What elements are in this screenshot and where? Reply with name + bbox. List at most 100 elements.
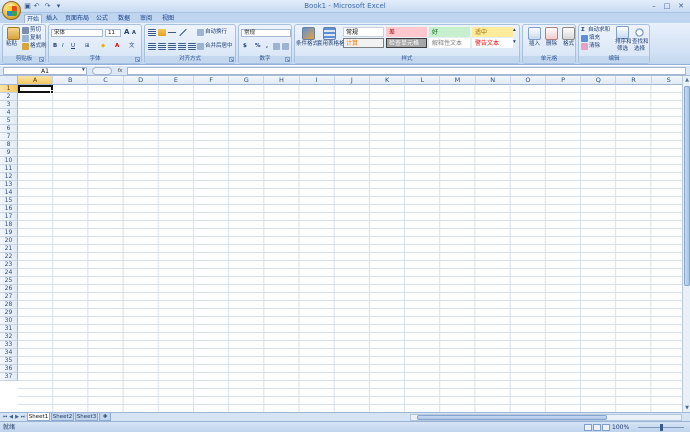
styles-scroll-down-icon[interactable]: ▾ bbox=[513, 39, 516, 46]
horizontal-scroll-thumb[interactable] bbox=[417, 415, 607, 420]
find-select-button[interactable]: 查找和 bbox=[632, 39, 649, 46]
zoom-level[interactable]: 100% bbox=[612, 424, 629, 431]
vertical-scroll-thumb[interactable] bbox=[684, 86, 690, 286]
row-header[interactable]: 30 bbox=[0, 317, 18, 325]
row-header[interactable]: 23 bbox=[0, 261, 18, 269]
name-box-dropdown-icon[interactable]: ▾ bbox=[82, 67, 85, 74]
row-header[interactable]: 22 bbox=[0, 253, 18, 261]
tab-review[interactable]: 审阅 bbox=[138, 14, 154, 23]
comma-button[interactable]: , bbox=[266, 43, 268, 50]
row-header[interactable]: 28 bbox=[0, 301, 18, 309]
number-format-select[interactable]: 常规 bbox=[241, 29, 291, 37]
percent-button[interactable]: % bbox=[255, 43, 261, 50]
select-all-button[interactable] bbox=[0, 76, 18, 85]
scroll-down-icon[interactable]: ▼ bbox=[683, 404, 690, 412]
sheet-tab[interactable]: Sheet1 bbox=[27, 413, 50, 421]
number-launcher-icon[interactable]: ↘ bbox=[285, 57, 290, 62]
tab-data[interactable]: 数据 bbox=[116, 14, 132, 23]
clear-button[interactable]: 清除 bbox=[589, 43, 600, 50]
font-launcher-icon[interactable]: ↘ bbox=[135, 57, 140, 62]
autosum-button[interactable]: 自动求和 bbox=[588, 27, 610, 34]
row-header[interactable]: 21 bbox=[0, 245, 18, 253]
styles-scroll-up-icon[interactable]: ▴ bbox=[513, 27, 516, 34]
column-header[interactable]: B bbox=[53, 76, 89, 85]
align-bottom-icon[interactable] bbox=[168, 29, 176, 36]
font-color-button[interactable]: A bbox=[115, 43, 119, 50]
zoom-slider-knob[interactable] bbox=[660, 424, 663, 431]
delete-cells-button[interactable]: 删除 bbox=[546, 41, 557, 48]
align-middle-icon[interactable] bbox=[158, 29, 166, 36]
row-header[interactable]: 12 bbox=[0, 173, 18, 181]
row-header[interactable]: 26 bbox=[0, 285, 18, 293]
close-button[interactable]: ✕ bbox=[675, 2, 687, 10]
column-header[interactable]: O bbox=[510, 76, 546, 85]
increase-indent-icon[interactable] bbox=[188, 43, 196, 50]
row-header[interactable]: 16 bbox=[0, 205, 18, 213]
row-header[interactable]: 6 bbox=[0, 125, 18, 133]
row-header[interactable]: 15 bbox=[0, 197, 18, 205]
grow-font-button[interactable]: A bbox=[124, 29, 129, 36]
decrease-decimal-icon[interactable] bbox=[282, 43, 289, 50]
formula-bar-resize-handle[interactable] bbox=[92, 67, 112, 75]
cell-style-item[interactable]: 解释性文本 bbox=[429, 38, 470, 48]
row-header[interactable]: 14 bbox=[0, 189, 18, 197]
row-header[interactable]: 20 bbox=[0, 237, 18, 245]
page-layout-view-icon[interactable] bbox=[593, 424, 601, 431]
row-header[interactable]: 37 bbox=[0, 373, 18, 381]
tab-home[interactable]: 开始 bbox=[24, 14, 42, 23]
row-header[interactable]: 3 bbox=[0, 101, 18, 109]
sheet-tab[interactable]: Sheet2 bbox=[51, 413, 74, 421]
wrap-text-button[interactable]: 自动换行 bbox=[205, 29, 227, 36]
align-left-icon[interactable] bbox=[148, 43, 156, 50]
align-top-icon[interactable] bbox=[148, 29, 156, 36]
tab-insert[interactable]: 插入 bbox=[44, 14, 60, 23]
column-header[interactable]: M bbox=[440, 76, 476, 85]
sort-filter-button-line2[interactable]: 筛选 bbox=[617, 46, 628, 53]
column-header[interactable]: E bbox=[158, 76, 194, 85]
underline-button[interactable]: U bbox=[71, 43, 75, 50]
name-box[interactable]: A1 bbox=[3, 67, 87, 75]
row-header[interactable]: 25 bbox=[0, 277, 18, 285]
orientation-icon[interactable] bbox=[179, 29, 187, 36]
column-header[interactable]: I bbox=[299, 76, 335, 85]
paste-button[interactable]: 粘贴 bbox=[6, 41, 17, 48]
column-header[interactable]: G bbox=[229, 76, 265, 85]
row-header[interactable]: 34 bbox=[0, 349, 18, 357]
row-header[interactable]: 33 bbox=[0, 341, 18, 349]
row-header[interactable]: 10 bbox=[0, 157, 18, 165]
row-header[interactable]: 18 bbox=[0, 221, 18, 229]
clipboard-launcher-icon[interactable]: ↘ bbox=[39, 57, 44, 62]
row-header[interactable]: 31 bbox=[0, 325, 18, 333]
column-header[interactable]: K bbox=[370, 76, 406, 85]
format-cells-button[interactable]: 格式 bbox=[563, 41, 574, 48]
row-header[interactable]: 36 bbox=[0, 365, 18, 373]
column-header[interactable]: R bbox=[616, 76, 652, 85]
row-header[interactable]: 5 bbox=[0, 117, 18, 125]
vertical-scrollbar[interactable]: ▲ ▼ bbox=[682, 76, 690, 412]
conditional-format-button[interactable]: 条件格式 bbox=[296, 41, 318, 48]
column-header[interactable]: P bbox=[546, 76, 582, 85]
normal-view-icon[interactable] bbox=[584, 424, 592, 431]
copy-button[interactable]: 复制 bbox=[30, 35, 41, 42]
minimize-button[interactable]: – bbox=[648, 2, 660, 10]
zoom-slider[interactable] bbox=[638, 424, 684, 431]
cell-style-item[interactable]: 适中 bbox=[472, 27, 513, 37]
formula-input[interactable] bbox=[127, 67, 686, 75]
column-header[interactable]: D bbox=[123, 76, 159, 85]
font-name-select[interactable]: 宋体 bbox=[51, 29, 103, 37]
row-header[interactable]: 1 bbox=[0, 85, 18, 93]
tab-view[interactable]: 视图 bbox=[160, 14, 176, 23]
italic-button[interactable]: I bbox=[62, 43, 64, 50]
cell-style-item[interactable]: 差 bbox=[386, 27, 427, 37]
last-sheet-icon[interactable]: ⏭ bbox=[20, 414, 26, 421]
alignment-launcher-icon[interactable]: ↘ bbox=[229, 57, 234, 62]
page-break-view-icon[interactable] bbox=[602, 424, 610, 431]
fill-button[interactable]: 填充 bbox=[589, 35, 600, 42]
column-header[interactable]: L bbox=[405, 76, 441, 85]
column-header[interactable]: A bbox=[18, 76, 54, 85]
column-header[interactable]: H bbox=[264, 76, 300, 85]
row-header[interactable]: 4 bbox=[0, 109, 18, 117]
align-center-icon[interactable] bbox=[158, 43, 166, 50]
row-header[interactable]: 11 bbox=[0, 165, 18, 173]
row-header[interactable]: 35 bbox=[0, 357, 18, 365]
